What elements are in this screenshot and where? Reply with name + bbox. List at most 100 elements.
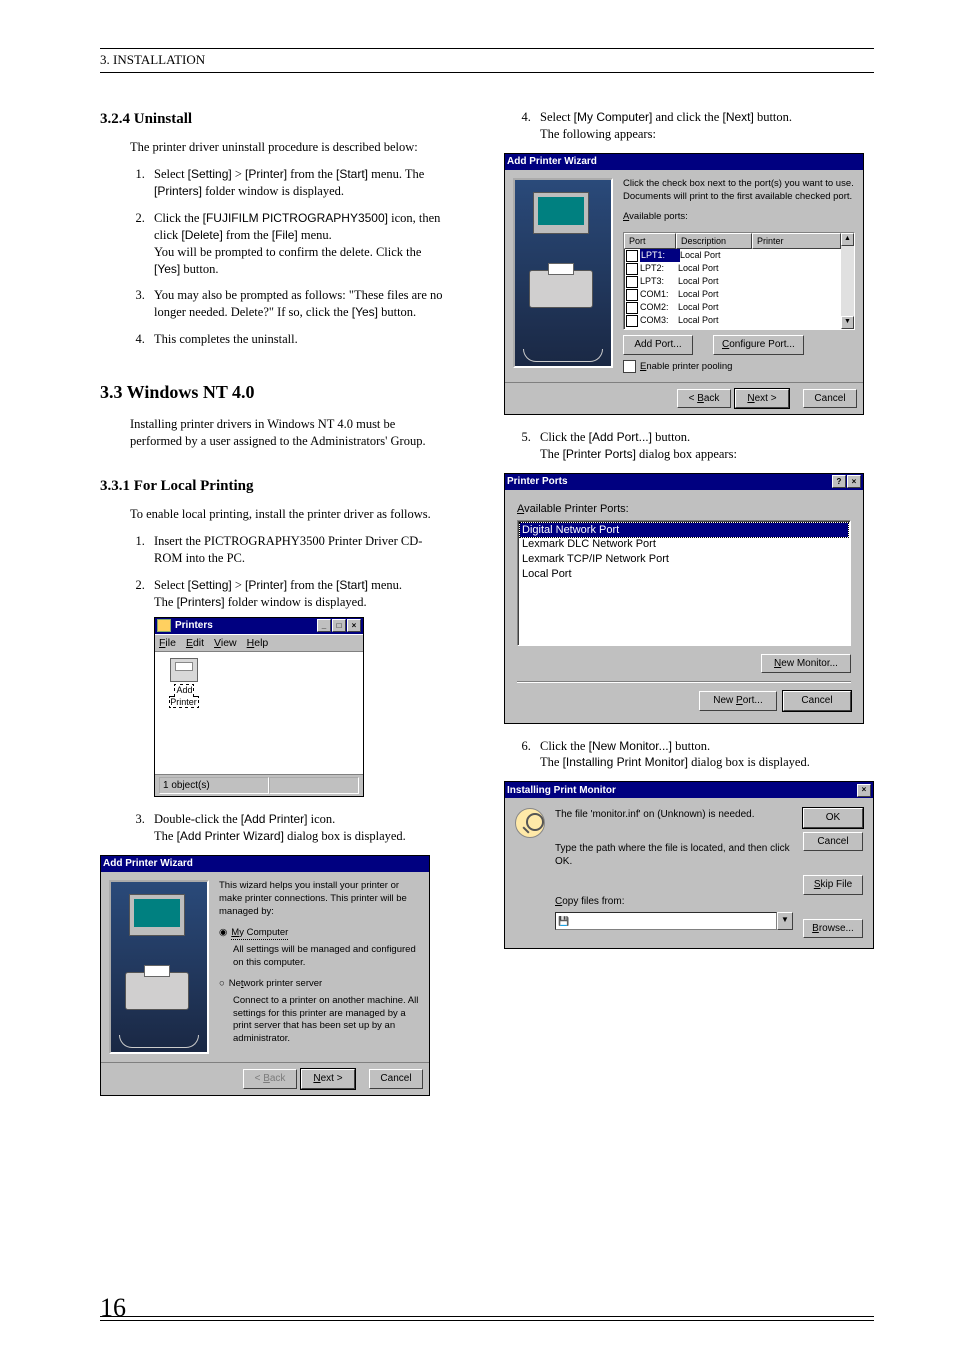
- step: Click the [FUJIFILM PICTROGRAPHY3500] ic…: [148, 210, 450, 278]
- page-footer: 16: [100, 1316, 874, 1321]
- step: Select [Setting] > [Printer] from the [S…: [148, 577, 450, 797]
- titlebar: Printers _ □ ×: [155, 618, 363, 634]
- scrollbar[interactable]: ▲ ▼: [841, 233, 854, 329]
- steps-right-6: Click the [New Monitor...] button. The […: [486, 738, 874, 772]
- status-spacer: [269, 777, 359, 795]
- msg1: The file 'monitor.inf' on (Unknown) is n…: [555, 808, 793, 822]
- scroll-up-icon[interactable]: ▲: [841, 233, 854, 246]
- menu-view[interactable]: View: [214, 636, 237, 650]
- radio-my-computer[interactable]: ◉ My Computer: [219, 927, 421, 941]
- add-printer-wizard-1: Add Printer Wizard This wizard helps you…: [100, 855, 430, 1096]
- close-button[interactable]: ×: [857, 784, 871, 797]
- list-item[interactable]: Lexmark TCP/IP Network Port: [520, 552, 848, 567]
- floppy-icon: 💾: [558, 915, 569, 927]
- step: Click the [Add Port...] button. The [Pri…: [534, 429, 874, 463]
- steps-right-5: Click the [Add Port...] button. The [Pri…: [486, 429, 874, 463]
- close-button[interactable]: ×: [347, 619, 361, 632]
- window-title: Add Printer Wizard: [103, 857, 193, 871]
- list-item[interactable]: Lexmark DLC Network Port: [520, 537, 848, 552]
- minimize-button[interactable]: _: [317, 619, 331, 632]
- printer-icon: [170, 658, 198, 682]
- list-item[interactable]: Digital Network Port: [520, 523, 848, 538]
- window-title: Add Printer Wizard: [507, 155, 597, 169]
- wizard-graphic: [513, 178, 613, 368]
- back-button: < Back: [243, 1069, 297, 1089]
- maximize-button[interactable]: □: [332, 619, 346, 632]
- new-monitor-button[interactable]: New Monitor...: [761, 654, 851, 674]
- ports-list[interactable]: Port Description Printer LPT1:Local Port…: [623, 232, 855, 330]
- port-row[interactable]: LPT2:Local Port: [624, 262, 841, 275]
- titlebar: Add Printer Wizard: [101, 856, 429, 872]
- add-printer-item[interactable]: Add Printer: [161, 658, 207, 708]
- step: Double-click the [Add Printer] icon. The…: [148, 811, 450, 845]
- installing-print-monitor-dialog: Installing Print Monitor × The file 'mon…: [504, 781, 874, 949]
- skip-file-button[interactable]: Skip File: [803, 875, 863, 895]
- status-bar: 1 object(s): [155, 774, 363, 797]
- wizard-graphic: [109, 880, 209, 1054]
- add-printer-wizard-2: Add Printer Wizard Click the check box n…: [504, 153, 864, 415]
- steps-3-3-1: Insert the PICTROGRAPHY3500 Printer Driv…: [100, 533, 450, 845]
- status-text: 1 object(s): [159, 777, 269, 795]
- page-number: 16: [100, 1293, 126, 1323]
- cancel-button[interactable]: Cancel: [803, 832, 863, 852]
- radio-desc: All settings will be managed and configu…: [233, 944, 421, 970]
- ok-button[interactable]: OK: [803, 808, 863, 828]
- intro-3-2-4: The printer driver uninstall procedure i…: [130, 139, 450, 156]
- port-row[interactable]: LPT3:Local Port: [624, 275, 841, 288]
- help-button[interactable]: ?: [832, 475, 846, 488]
- msg2: Type the path where the file is located,…: [555, 842, 793, 869]
- radio-icon: ◉: [219, 927, 227, 940]
- intro-3-3-1: To enable local printing, install the pr…: [130, 506, 450, 523]
- heading-3-3-1: 3.3.1 For Local Printing: [100, 476, 450, 496]
- list-item[interactable]: Local Port: [520, 567, 848, 582]
- heading-3-3: 3.3 Windows NT 4.0: [100, 380, 450, 404]
- dropdown-arrow-icon[interactable]: ▼: [777, 912, 793, 930]
- wizard-text: Click the check box next to the port(s) …: [623, 178, 855, 204]
- add-printer-label: Add Printer: [170, 685, 198, 707]
- heading-3-2-4: 3.2.4 Uninstall: [100, 109, 450, 129]
- ports-listbox[interactable]: Digital Network Port Lexmark DLC Network…: [517, 520, 851, 646]
- radio-desc: Connect to a printer on another machine.…: [233, 995, 421, 1046]
- back-button[interactable]: < Back: [677, 389, 731, 409]
- printers-window: Printers _ □ × File Edit View Help: [154, 617, 364, 798]
- radio-label: Network printer server: [229, 978, 322, 991]
- browse-button[interactable]: Browse...: [803, 919, 863, 939]
- copy-from-label: Copy files from:: [555, 895, 793, 909]
- port-row[interactable]: COM1:Local Port: [624, 288, 841, 301]
- menu-bar: File Edit View Help: [155, 634, 363, 652]
- cancel-button[interactable]: Cancel: [369, 1069, 423, 1089]
- port-row[interactable]: COM3:Local Port: [624, 314, 841, 327]
- step: Insert the PICTROGRAPHY3500 Printer Driv…: [148, 533, 450, 567]
- menu-file[interactable]: File: [159, 636, 176, 650]
- cancel-button[interactable]: Cancel: [803, 389, 857, 409]
- close-button[interactable]: ×: [847, 475, 861, 488]
- step: You may also be prompted as follows: "Th…: [148, 287, 450, 321]
- steps-3-2-4: Select [Setting] > [Printer] from the [S…: [100, 166, 450, 348]
- available-ports-label: Available ports:: [623, 211, 855, 224]
- port-row[interactable]: LPT1:Local Port: [624, 249, 841, 262]
- wizard-intro: This wizard helps you install your print…: [219, 880, 421, 918]
- ports-header: Port Description Printer: [624, 233, 841, 249]
- titlebar: Installing Print Monitor ×: [505, 782, 873, 798]
- add-port-button[interactable]: Add Port...: [623, 335, 693, 355]
- window-title: Printers: [175, 619, 213, 633]
- cancel-button[interactable]: Cancel: [783, 691, 851, 711]
- path-combo[interactable]: 💾 ▼: [555, 912, 793, 930]
- step: Select [My Computer] and click the [Next…: [534, 109, 874, 143]
- menu-edit[interactable]: Edit: [186, 636, 204, 650]
- configure-port-button[interactable]: Configure Port...: [713, 335, 804, 355]
- titlebar: Printer Ports ? ×: [505, 474, 863, 490]
- port-row[interactable]: COM2:Local Port: [624, 301, 841, 314]
- scroll-down-icon[interactable]: ▼: [841, 316, 854, 329]
- titlebar: Add Printer Wizard: [505, 154, 863, 170]
- new-port-button[interactable]: New Port...: [699, 691, 777, 711]
- explorer-area: Add Printer: [155, 652, 363, 774]
- steps-right: Select [My Computer] and click the [Next…: [486, 109, 874, 143]
- folder-icon: [157, 619, 171, 632]
- enable-pooling-checkbox[interactable]: Enable printer pooling: [623, 360, 855, 374]
- menu-help[interactable]: Help: [247, 636, 269, 650]
- window-title: Installing Print Monitor: [507, 784, 616, 798]
- radio-network[interactable]: ○ Network printer server: [219, 978, 421, 991]
- next-button[interactable]: Next >: [301, 1069, 355, 1089]
- next-button[interactable]: Next >: [735, 389, 789, 409]
